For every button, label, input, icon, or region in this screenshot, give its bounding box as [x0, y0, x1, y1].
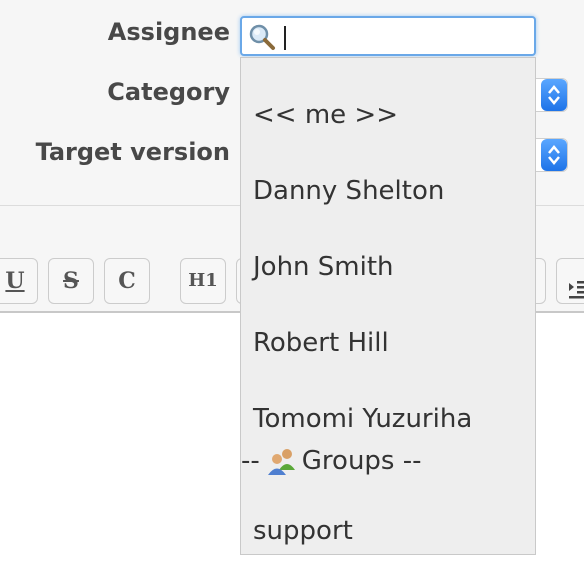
dropdown-group-header: -- Groups -- [241, 446, 422, 476]
dropdown-item-me[interactable]: << me >> [253, 100, 398, 130]
group-header-text: Groups -- [301, 446, 422, 476]
indent-button[interactable] [556, 258, 584, 304]
select-arrows-icon [541, 79, 567, 111]
category-label: Category [107, 78, 230, 106]
text-caret [284, 26, 286, 50]
group-icon [266, 446, 298, 476]
underline-button[interactable]: U [0, 258, 38, 304]
indent-icon [567, 271, 584, 315]
dropdown-item-support[interactable]: support [253, 516, 353, 546]
search-icon [248, 23, 276, 51]
dropdown-item-danny-shelton[interactable]: Danny Shelton [253, 176, 444, 206]
dropdown-item-robert-hill[interactable]: Robert Hill [253, 328, 389, 358]
strikethrough-button[interactable]: S [48, 258, 94, 304]
group-header-dashes-left: -- [241, 446, 260, 476]
assignee-dropdown: << me >> Danny Shelton John Smith Robert… [240, 57, 536, 555]
select-arrows-icon [541, 139, 567, 171]
target-version-label: Target version [35, 138, 230, 166]
heading1-button[interactable]: H1 [180, 258, 226, 304]
dropdown-item-john-smith[interactable]: John Smith [253, 252, 394, 282]
assignee-label: Assignee [107, 18, 230, 46]
assignee-search-input[interactable] [240, 16, 536, 56]
code-button[interactable]: C [104, 258, 150, 304]
dropdown-item-tomomi-yuzuriha[interactable]: Tomomi Yuzuriha [253, 404, 472, 434]
